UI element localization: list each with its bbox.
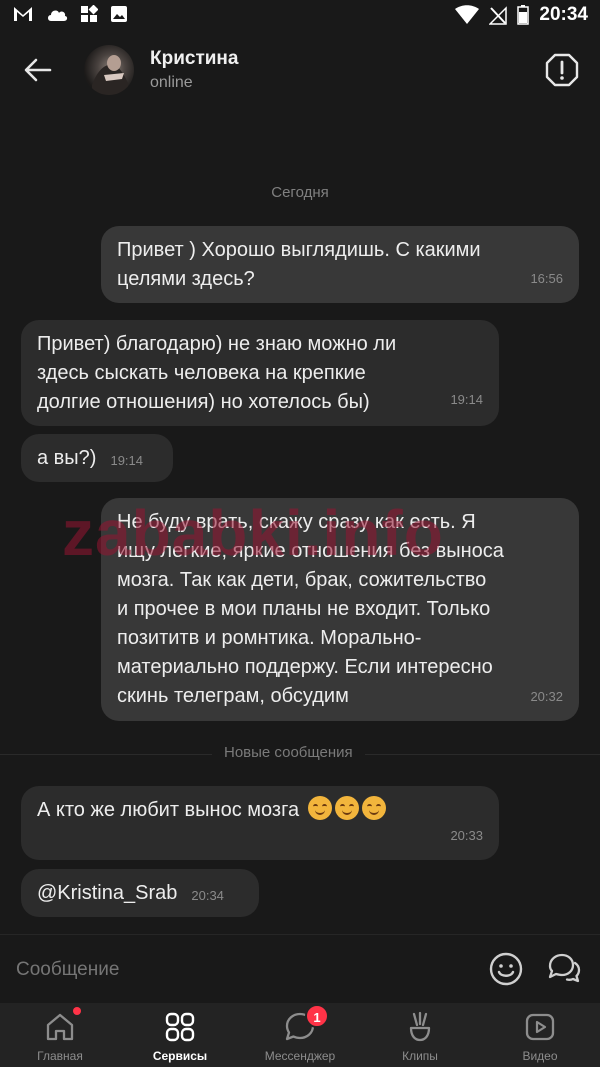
video-icon <box>525 1013 555 1041</box>
message-time: 20:34 <box>191 888 224 903</box>
nav-label: Сервисы <box>152 1049 208 1063</box>
report-icon[interactable] <box>544 52 580 88</box>
new-messages-label: Новые сообщения <box>212 744 365 761</box>
message-time: 20:32 <box>530 689 563 704</box>
wifi-icon <box>455 5 480 24</box>
avatar-photo <box>92 55 128 95</box>
message-time: 19:14 <box>110 453 144 468</box>
battery-icon <box>517 5 530 25</box>
message-bubble[interactable]: Привет) благодарю) не знаю можно ли здес… <box>21 320 499 426</box>
status-time: 20:34 <box>539 4 588 25</box>
cloud-icon <box>48 10 68 21</box>
message-time: 20:33 <box>450 828 483 843</box>
nav-item-video[interactable]: Видео <box>480 1003 600 1067</box>
apps-icon <box>81 5 98 22</box>
nav-label: Мессенджер <box>264 1049 336 1063</box>
message-time: 16:56 <box>530 271 563 286</box>
tongue-emoji-icon <box>307 796 332 820</box>
message-bubble[interactable]: Не буду врать, скажу сразу как есть. Я и… <box>101 498 579 721</box>
nav-label: Клипы <box>402 1049 438 1063</box>
message-bubble[interactable]: Привет ) Хорошо выглядишь. С какими целя… <box>101 226 579 303</box>
new-messages-divider: Новые сообщения <box>0 744 600 764</box>
emoji-icon[interactable] <box>488 951 524 987</box>
notification-dot <box>73 1007 81 1015</box>
chat-header: Кристина online <box>0 34 600 110</box>
message-input[interactable] <box>16 959 456 981</box>
message-text: Привет ) Хорошо выглядишь. С какими целя… <box>117 239 481 290</box>
message-bubble[interactable]: @Kristina_Srab 20:34 <box>21 869 259 917</box>
tongue-emoji-icon <box>334 796 359 820</box>
messenger-badge: 1 <box>305 1004 329 1028</box>
services-icon <box>165 1012 195 1042</box>
back-arrow-icon[interactable] <box>22 54 54 86</box>
tongue-emoji-icon <box>361 796 386 820</box>
message-text: Не буду врать, скажу сразу как есть. Я и… <box>117 511 504 707</box>
message-text: А кто же любит вынос мозга <box>37 799 300 821</box>
message-bubble[interactable]: а вы?) 19:14 <box>21 434 173 482</box>
bottom-navigation: Главная Сервисы Мессенджер Клипы Видео <box>0 1003 600 1067</box>
status-right: 20:34 <box>455 4 588 26</box>
nav-item-home[interactable]: Главная <box>0 1003 120 1067</box>
nav-label: Главная <box>37 1049 83 1063</box>
message-bubble[interactable]: А кто же любит вынос мозга 20:33 <box>21 786 499 860</box>
status-bar: 20:34 <box>0 0 600 34</box>
status-left <box>12 5 128 23</box>
no-signal-icon <box>489 6 508 25</box>
home-icon <box>46 1013 74 1041</box>
message-text: а вы?) <box>37 447 97 469</box>
presence-status: online <box>150 74 193 91</box>
message-text: @Kristina_Srab <box>37 882 178 904</box>
image-icon <box>111 6 127 22</box>
nav-item-messenger[interactable]: Мессенджер <box>240 1003 360 1067</box>
nav-label: Видео <box>522 1049 558 1063</box>
chats-icon[interactable] <box>546 952 582 986</box>
contact-name[interactable]: Кристина <box>150 48 238 70</box>
avatar[interactable] <box>84 45 134 95</box>
message-text: Привет) благодарю) не знаю можно ли здес… <box>37 333 397 413</box>
composer-bar <box>0 934 600 1002</box>
clips-icon <box>409 1011 431 1042</box>
gmail-icon <box>14 7 32 21</box>
nav-item-services[interactable]: Сервисы <box>120 1003 240 1067</box>
message-time: 19:14 <box>450 392 483 407</box>
date-separator: Сегодня <box>271 184 329 201</box>
nav-item-clips[interactable]: Клипы <box>360 1003 480 1067</box>
